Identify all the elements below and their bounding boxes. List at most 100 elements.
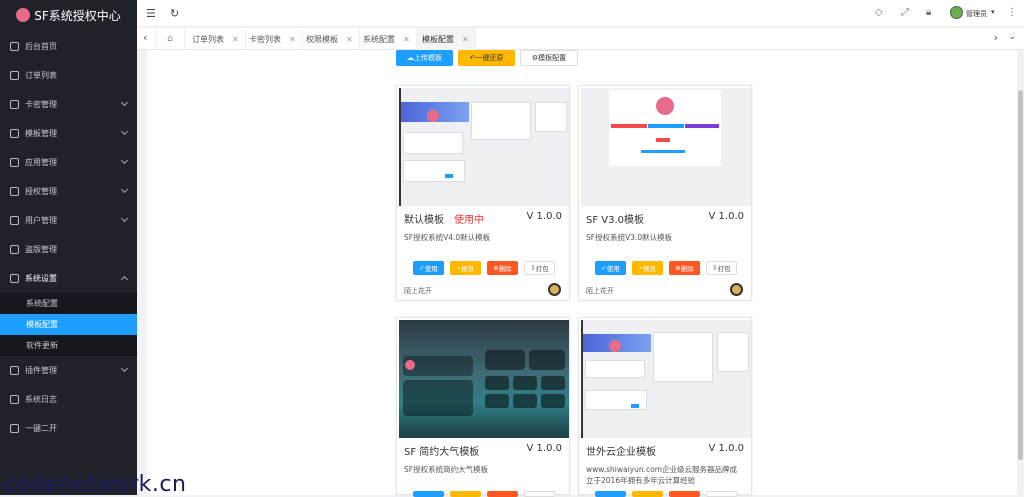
delete-button[interactable]: ⊗ 删除 [487,261,518,275]
sidebar-subitem-template-config[interactable]: 模板配置 [0,314,137,335]
close-icon[interactable]: ✕ [462,35,469,44]
sidebar-item-apps[interactable]: 应用管理 [0,148,137,177]
sidebar-item-label: 后台首页 [25,42,57,51]
tab-orders[interactable]: 订单列表 ✕ [186,28,246,50]
pack-button[interactable]: ⇩ 打包 [706,261,737,275]
tabs-menu-icon[interactable]: ⌄ [1008,32,1016,42]
sidebar-item-piracy[interactable]: 盗版管理 [0,235,137,264]
sidebar-item-plugins[interactable]: 插件管理 [0,356,137,385]
card-icon [10,100,19,109]
scrollbar-thumb[interactable] [1018,90,1023,460]
globe-icon [10,245,19,254]
upload-template-button[interactable]: ☁ 上传模板 [396,50,453,66]
sidebar-item-home[interactable]: 后台首页 [0,32,137,61]
lock-icon[interactable]: 🔒︎ [926,7,931,18]
sidebar-subitem-software-update[interactable]: 软件更新 [0,335,137,356]
template-title: SF V3.0模板 [586,215,645,226]
sidebar-item-label: 系统日志 [25,395,57,404]
delete-button[interactable]: ⊗ 删除 [669,261,700,275]
code-icon [10,424,19,433]
caret-down-icon[interactable]: ▾ [991,8,995,16]
tab-label: 系统配置 [363,34,395,44]
button-label: 一键还原 [475,54,504,62]
close-icon[interactable]: ✕ [346,35,353,44]
user-name[interactable]: 管理员 [966,9,987,19]
preview-button[interactable]: ⌕ 预览 [450,261,481,275]
sidebar-item-label: 一键二开 [25,424,57,433]
tab-label: 模板配置 [422,34,454,44]
chevron-down-icon [120,98,129,107]
list-icon [10,71,19,80]
sidebar-item-auth[interactable]: 授权管理 [0,177,137,206]
close-icon[interactable]: ✕ [289,35,296,44]
pack-button[interactable] [706,491,737,497]
sidebar-item-orders[interactable]: 订单列表 [0,61,137,90]
template-version: V 1.0.0 [708,443,744,454]
template-preview-image [399,320,569,438]
delete-button[interactable] [669,491,700,497]
template-preview-image [581,320,751,438]
use-button[interactable] [413,491,444,497]
shield-icon [10,187,19,196]
preview-button[interactable] [632,491,663,497]
template-version: V 1.0.0 [708,211,744,222]
preview-button[interactable] [450,491,481,497]
tab-label: 卡密列表 [249,34,281,44]
preview-button[interactable]: ⌕ 预览 [632,261,663,275]
sidebar-item-templates[interactable]: 模板管理 [0,119,137,148]
more-icon[interactable]: ⋮ [1007,7,1017,18]
scrollbar[interactable] [1017,50,1024,495]
delete-button[interactable] [487,491,518,497]
template-version: V 1.0.0 [526,211,562,222]
sidebar-item-cards[interactable]: 卡密管理 [0,90,137,119]
refresh-icon[interactable]: ↻ [170,7,179,20]
main-content: ☁ 上传模板 ↶ 一键还原 ⚙ 模板配置 默认模板 使用中 V 1.0.0 SF授权系统… [147,50,1017,497]
avatar[interactable] [950,6,963,19]
brand-title: SF系统授权中心 [34,8,121,23]
sidebar-item-label: 模板管理 [25,129,57,138]
close-icon[interactable]: ✕ [232,35,239,44]
tab-template-config[interactable]: 模板配置 ✕ [416,28,476,50]
chevron-down-icon [120,156,129,165]
sidebar-item-label: 订单列表 [25,71,57,80]
pack-button[interactable]: ⇩ 打包 [524,261,555,275]
home-icon [10,42,19,51]
chevron-down-icon [120,127,129,136]
use-button[interactable]: ✓ 使用 [413,261,444,275]
sidebar-item-dev[interactable]: 一键二开 [0,414,137,443]
template-config-button[interactable]: ⚙ 模板配置 [520,50,578,66]
close-icon[interactable]: ✕ [403,35,410,44]
use-button[interactable]: ✓ 使用 [595,261,626,275]
template-description: SF授权系统简约大气模板 [404,465,489,474]
tabs-prev-icon[interactable]: ‹ [143,31,147,44]
tab-system-config[interactable]: 系统配置 ✕ [357,28,417,50]
template-description: SF授权系统V3.0默认模板 [586,233,673,242]
tab-label: 权限模板 [306,34,338,44]
tag-icon[interactable]: ◇ [875,7,883,18]
sidebar-item-users[interactable]: 用户管理 [0,206,137,235]
sidebar-subitem-system-config[interactable]: 系统配置 [0,293,137,314]
topbar: ☰ ↻ ◇ ⤢ 🔒︎ 管理员 ▾ ⋮ [137,0,1024,27]
gear-icon [10,274,19,283]
template-icon [10,129,19,138]
author-avatar [730,283,743,296]
home-tab-icon[interactable]: ⌂ [155,28,185,50]
template-title: SF 简约大气模板 [404,447,480,458]
template-card: 默认模板 使用中 V 1.0.0 SF授权系统V4.0默认模板 ✓ 使用 ⌕ 预览 ⊗… [396,85,570,301]
use-button[interactable] [595,491,626,497]
template-preview-image [581,88,751,206]
sidebar: SF系统授权中心 后台首页 订单列表 卡密管理 模板管理 应用管理 授权管理 用… [0,0,137,495]
restore-button[interactable]: ↶ 一键还原 [458,50,515,66]
tab-permission-templates[interactable]: 权限模板 ✕ [300,28,360,50]
menu-toggle-icon[interactable]: ☰ [146,7,156,20]
brand[interactable]: SF系统授权中心 [0,0,137,30]
pack-button[interactable] [524,491,555,497]
sidebar-item-logs[interactable]: 系统日志 [0,385,137,414]
tab-cards[interactable]: 卡密列表 ✕ [243,28,303,50]
chevron-up-icon [120,275,129,284]
button-label: 上传模板 [414,54,442,62]
tabs-next-icon[interactable]: › [994,31,998,44]
template-version: V 1.0.0 [526,443,562,454]
fullscreen-icon[interactable]: ⤢ [901,7,909,18]
sidebar-item-settings[interactable]: 系统设置 [0,264,137,293]
